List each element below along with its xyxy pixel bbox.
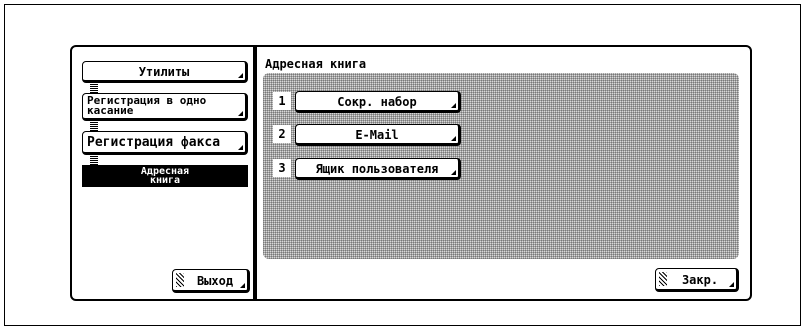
panel-divider: [253, 47, 257, 299]
exit-label: Выход: [196, 274, 234, 288]
speed-dial-button[interactable]: Сокр. набор: [295, 91, 461, 113]
corner-arrow-icon: [729, 282, 734, 287]
address-book-panel: Адресная книга 1 Сокр. набор 2 E-Mail 3 …: [259, 49, 748, 297]
onetouch-label: Регистрация в одно касание: [87, 94, 207, 117]
utility-label: Утилиты: [138, 65, 190, 79]
tree-connector: [90, 83, 98, 93]
onetouch-registration-button[interactable]: Регистрация в одно касание: [82, 93, 248, 121]
hatch-icon: [659, 272, 667, 286]
email-label: E-Mail: [355, 128, 399, 142]
corner-arrow-icon: [238, 145, 243, 150]
corner-arrow-icon: [238, 111, 243, 116]
user-box-button[interactable]: Ящик пользователя: [295, 158, 461, 180]
exit-button[interactable]: Выход: [172, 269, 250, 293]
email-button[interactable]: E-Mail: [295, 124, 461, 146]
page-title: Адресная книга: [265, 57, 367, 71]
tree-connector: [90, 155, 98, 165]
close-button[interactable]: Закр.: [655, 268, 739, 292]
speed-dial-label: Сокр. набор: [337, 95, 417, 109]
item-number: 2: [273, 125, 291, 143]
main-panel: Утилиты Регистрация в одно касание Регис…: [70, 45, 752, 301]
item-number: 1: [273, 92, 291, 110]
fax-label: Регистрация факса: [87, 135, 221, 150]
fax-registration-button[interactable]: Регистрация факса: [82, 131, 248, 155]
corner-arrow-icon: [238, 73, 243, 78]
tree-connector: [90, 121, 98, 131]
corner-arrow-icon: [451, 103, 456, 108]
address-book-nav-item[interactable]: Адресная книга: [82, 165, 248, 187]
address-book-nav-label: Адресная книга: [140, 166, 190, 186]
close-label: Закр.: [681, 273, 719, 287]
corner-arrow-icon: [240, 283, 245, 288]
hatch-icon: [176, 273, 184, 287]
corner-arrow-icon: [451, 136, 456, 141]
utility-button[interactable]: Утилиты: [82, 61, 248, 83]
item-number: 3: [273, 159, 291, 177]
corner-arrow-icon: [451, 170, 456, 175]
user-box-label: Ящик пользователя: [315, 162, 439, 176]
left-nav: Утилиты Регистрация в одно касание Регис…: [74, 49, 252, 297]
